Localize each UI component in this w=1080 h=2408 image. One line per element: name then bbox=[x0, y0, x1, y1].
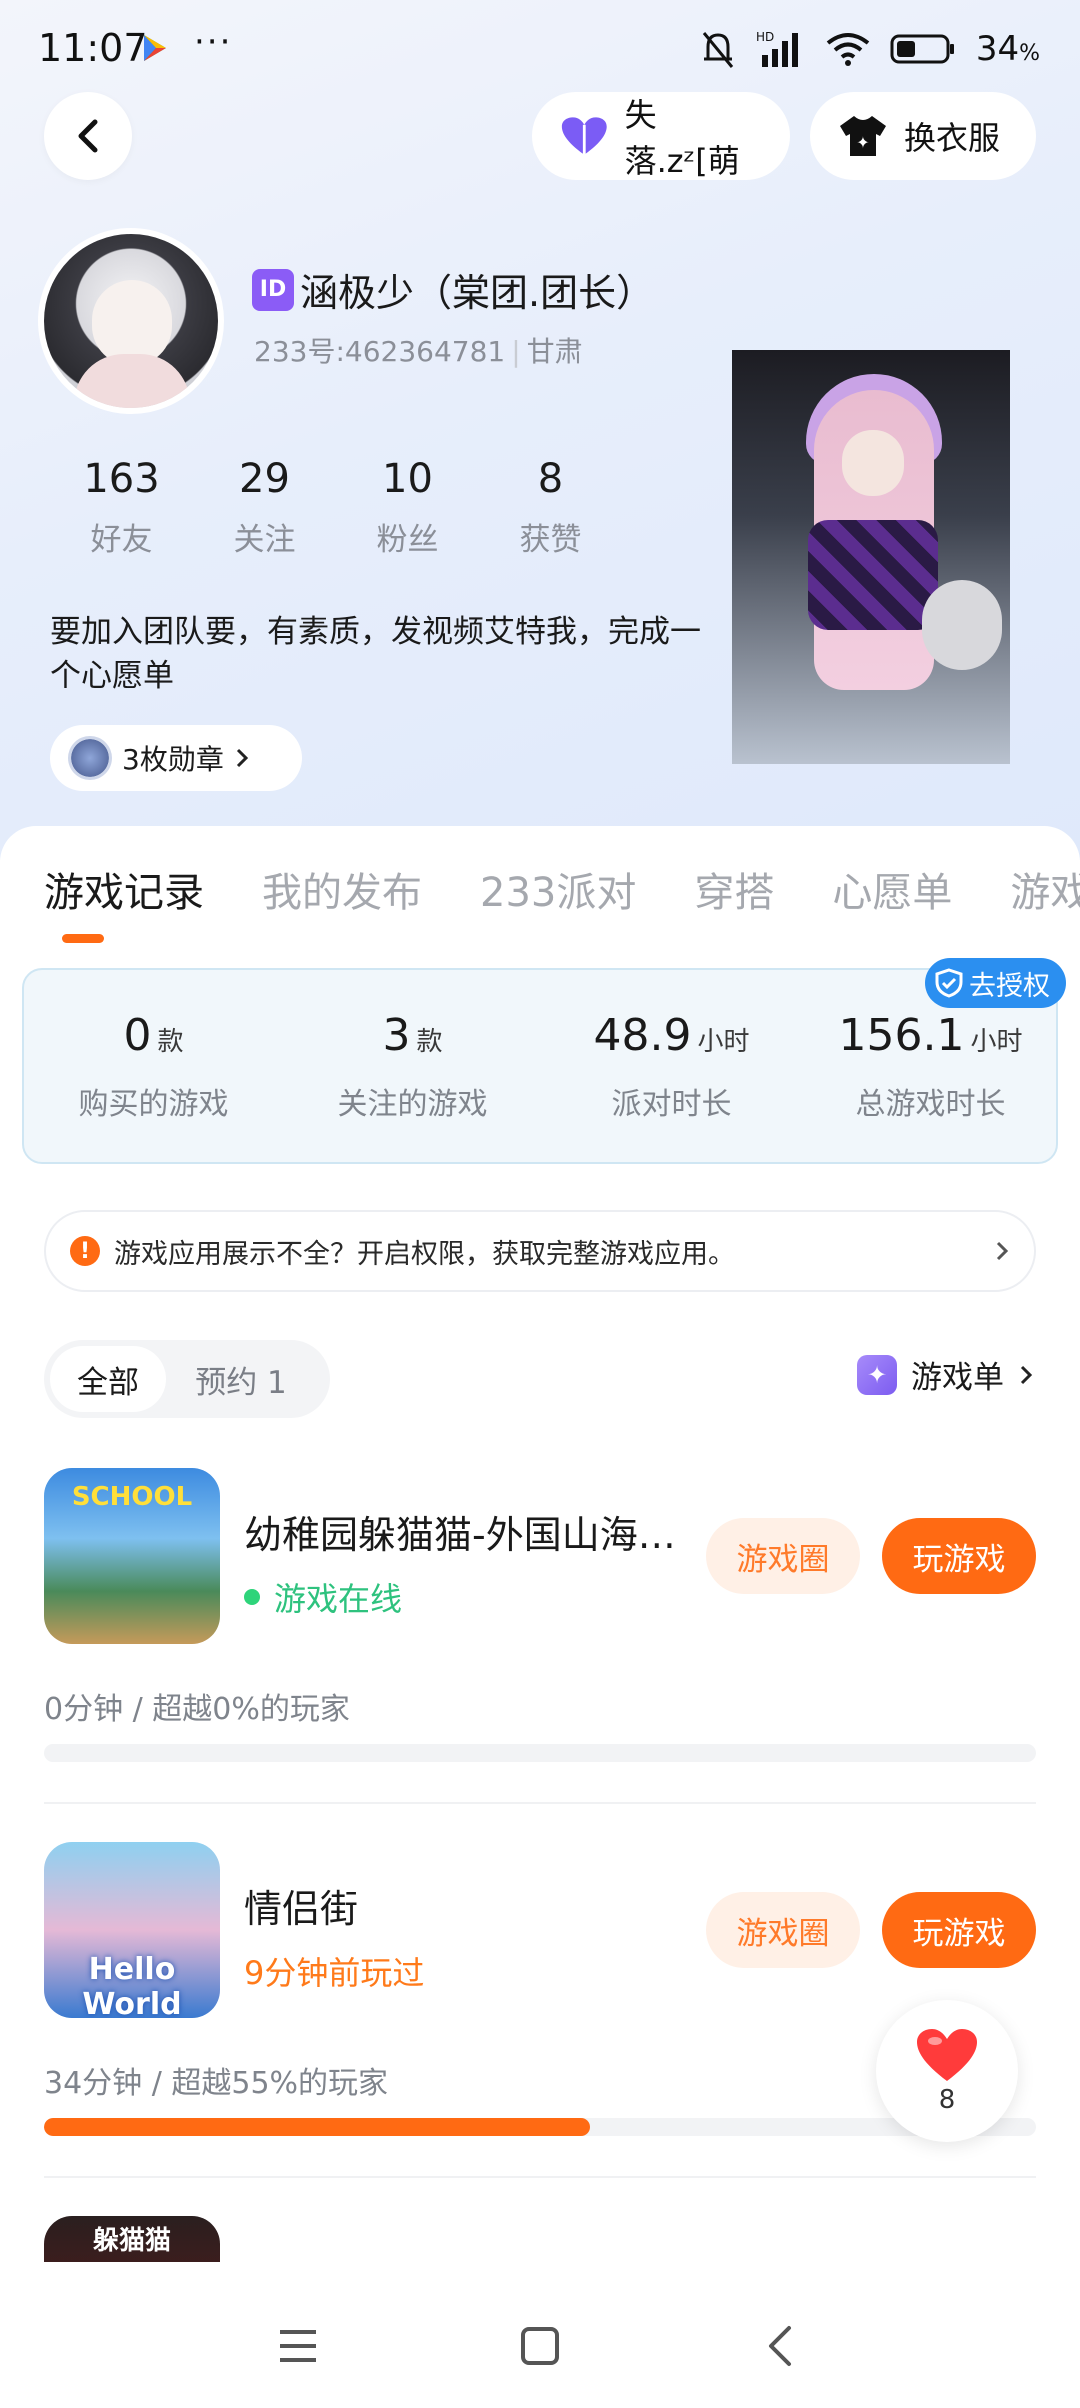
game-playtime: 34分钟 / 超越55%的玩家 bbox=[44, 2066, 389, 2101]
location: 甘肃 bbox=[526, 335, 583, 368]
playtime-progress bbox=[44, 2118, 1036, 2136]
avatar[interactable] bbox=[38, 228, 224, 414]
status-bar: 11:07 ··· HD 34% bbox=[0, 0, 1080, 100]
tab-wishlist[interactable]: 心愿单 bbox=[832, 860, 952, 918]
stat-likes[interactable]: 8 获赞 bbox=[479, 456, 622, 559]
summary-followed: 3款 关注的游戏 bbox=[337, 1010, 488, 1122]
game-title[interactable]: 情侣街 bbox=[244, 1878, 684, 1933]
stat-fans[interactable]: 10 粉丝 bbox=[336, 456, 479, 559]
tab-games[interactable]: 游戏 bbox=[1010, 860, 1080, 918]
play-game-button[interactable]: 玩游戏 bbox=[882, 1518, 1036, 1594]
back-arrow-icon bbox=[769, 2326, 791, 2366]
authorize-label: 去授权 bbox=[969, 970, 1050, 1002]
menu-icon bbox=[280, 2330, 316, 2362]
game-title[interactable]: 恐怖校园躲猫猫2 bbox=[244, 2252, 684, 2262]
partner-button[interactable]: 失落.zᶻ[萌 bbox=[532, 92, 790, 180]
mute-bell-icon bbox=[702, 32, 733, 68]
game-list-label: 游戏单 bbox=[911, 1360, 1004, 1396]
game-circle-button[interactable]: 游戏圈 bbox=[706, 1518, 860, 1594]
progress-fill bbox=[44, 2118, 590, 2136]
partner-label: 失落.zᶻ[萌 bbox=[624, 96, 740, 180]
like-button[interactable]: 8 bbox=[876, 2000, 1018, 2142]
tab-233-party[interactable]: 233派对 bbox=[480, 860, 636, 918]
teddy-bear-icon bbox=[922, 580, 1002, 670]
medals-label: 3枚勋章 bbox=[122, 743, 224, 776]
summary-total-time: 156.1 小时 总游戏时长 bbox=[838, 1010, 1023, 1122]
game-playtime: 0分钟 / 超越0%的玩家 bbox=[44, 1692, 350, 1727]
account-info: 233号:462364781 | 甘肃 bbox=[254, 335, 583, 368]
game-thumbnail[interactable]: Hello World bbox=[44, 1842, 220, 2018]
like-count: 8 bbox=[938, 2085, 956, 2115]
filter-reserved[interactable]: 预约 1 bbox=[166, 1346, 316, 1412]
change-outfit-label: 换衣服 bbox=[904, 119, 1001, 157]
tab-outfits[interactable]: 穿搭 bbox=[694, 860, 774, 918]
chevron-left-icon bbox=[78, 119, 98, 153]
back-button[interactable] bbox=[44, 92, 132, 180]
medal-icon bbox=[68, 736, 112, 780]
notice-text: 游戏应用展示不全？开启权限，获取完整游戏应用。 bbox=[114, 1238, 735, 1270]
alert-icon: ! bbox=[70, 1236, 100, 1266]
change-outfit-button[interactable]: ✦ 换衣服 bbox=[810, 92, 1036, 180]
list-item[interactable]: Hello World 情侣街 9分钟前玩过 游戏圈 玩游戏 34分钟 / 超越… bbox=[44, 1842, 1036, 2178]
profile-bio: 要加入团队要，有素质，发视频艾特我，完成一个心愿单 bbox=[50, 614, 701, 694]
game-summary-card: 去授权 0款 购买的游戏 3款 关注的游戏 48.9 小时 派对时长 156.1 小… bbox=[22, 958, 1066, 1164]
game-status: 9分钟前玩过 bbox=[244, 1954, 425, 1992]
tab-game-records[interactable]: 游戏记录 bbox=[44, 860, 204, 918]
tshirt-icon: ✦ bbox=[840, 116, 886, 156]
medals-button[interactable]: 3枚勋章 bbox=[50, 725, 302, 791]
content-panel: 游戏记录 我的发布 233派对 穿搭 心愿单 游戏 去授权 0款 购买的游戏 3… bbox=[0, 826, 1080, 2408]
id-badge-icon: ID bbox=[252, 268, 294, 311]
list-item[interactable]: 躲猫猫 恐怖校园躲猫猫2 bbox=[44, 2216, 1036, 2262]
game-thumbnail[interactable]: SCHOOL bbox=[44, 1468, 220, 1644]
account-id: 233号:462364781 bbox=[254, 335, 506, 368]
network-label: HD bbox=[756, 30, 774, 44]
online-dot-icon bbox=[244, 1589, 260, 1605]
permission-notice[interactable]: ! 游戏应用展示不全？开启权限，获取完整游戏应用。 bbox=[44, 1210, 1036, 1292]
heart-icon bbox=[917, 2029, 977, 2081]
profile-tabs: 游戏记录 我的发布 233派对 穿搭 心愿单 游戏 bbox=[44, 860, 1080, 918]
play-store-icon bbox=[144, 35, 166, 61]
more-dots-icon: ··· bbox=[194, 22, 233, 62]
play-game-button[interactable]: 玩游戏 bbox=[882, 1892, 1036, 1968]
tab-my-posts[interactable]: 我的发布 bbox=[262, 860, 422, 918]
authorize-button[interactable]: 去授权 bbox=[925, 958, 1066, 1008]
active-tab-indicator bbox=[62, 934, 104, 943]
wifi-icon bbox=[826, 33, 870, 66]
summary-purchased: 0款 购买的游戏 bbox=[78, 1010, 229, 1122]
chevron-right-icon bbox=[996, 1241, 1009, 1261]
profile-stats: 163 好友 29 关注 10 粉丝 8 获赞 bbox=[50, 456, 622, 559]
game-list-link[interactable]: ✦ 游戏单 bbox=[857, 1352, 1034, 1397]
status-icons: HD 34% bbox=[700, 24, 1040, 74]
game-status: 游戏在线 bbox=[244, 1574, 402, 1620]
list-item[interactable]: SCHOOL 幼稚园躲猫猫-外国山海… 游戏在线 游戏圈 玩游戏 0分钟 / 超… bbox=[44, 1468, 1036, 1804]
menu-button[interactable] bbox=[268, 2316, 328, 2376]
sparkle-icon: ✦ bbox=[857, 1354, 897, 1395]
chevron-right-icon bbox=[1020, 1365, 1033, 1384]
nav-back-button[interactable] bbox=[750, 2316, 810, 2376]
nickname: 涵极少（棠团.团长） bbox=[300, 271, 655, 315]
avatar-image bbox=[44, 234, 218, 408]
game-circle-button[interactable]: 游戏圈 bbox=[706, 1892, 860, 1968]
filter-all[interactable]: 全部 bbox=[50, 1346, 166, 1412]
stat-friends[interactable]: 163 好友 bbox=[50, 456, 193, 559]
stat-following[interactable]: 29 关注 bbox=[193, 456, 336, 559]
signal-icon: HD bbox=[756, 30, 798, 67]
summary-party-time: 48.9 小时 派对时长 bbox=[593, 1010, 750, 1122]
heart-icon bbox=[561, 117, 607, 155]
avatar-character-figure[interactable] bbox=[732, 350, 1010, 764]
home-square-icon bbox=[521, 2327, 559, 2365]
game-thumbnail[interactable]: 躲猫猫 bbox=[44, 2216, 220, 2262]
name-row: ID 涵极少（棠团.团长） bbox=[252, 262, 654, 317]
shield-check-icon bbox=[935, 968, 963, 998]
system-nav-bar bbox=[0, 2276, 1080, 2408]
battery-icon bbox=[890, 34, 954, 64]
chevron-right-icon bbox=[236, 748, 248, 768]
status-time: 11:07 bbox=[38, 26, 148, 70]
game-filter: 全部 预约 1 bbox=[44, 1340, 330, 1418]
game-title[interactable]: 幼稚园躲猫猫-外国山海… bbox=[244, 1504, 684, 1559]
playtime-progress bbox=[44, 1744, 1036, 1762]
battery-percent: 34% bbox=[975, 29, 1040, 69]
svg-text:✦: ✦ bbox=[856, 133, 869, 152]
home-button[interactable] bbox=[510, 2316, 570, 2376]
